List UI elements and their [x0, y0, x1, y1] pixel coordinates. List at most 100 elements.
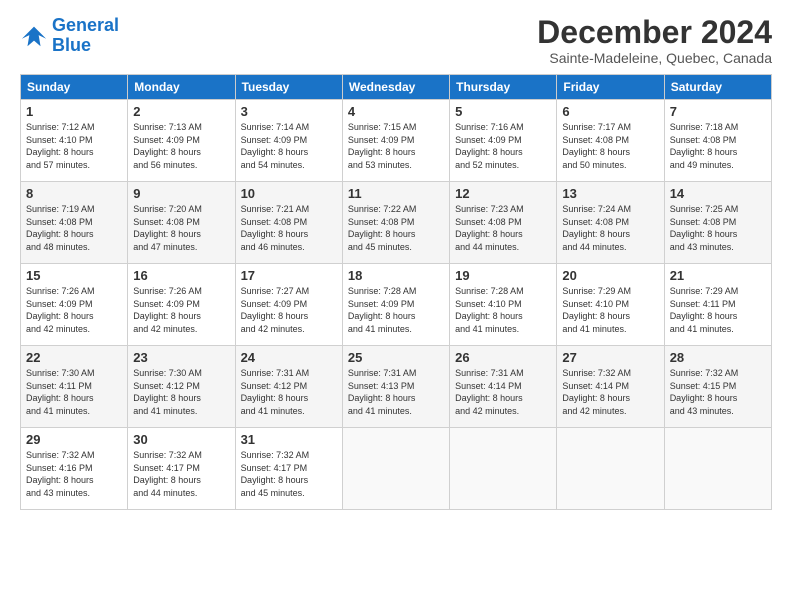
cell-info: Sunrise: 7:21 AM Sunset: 4:08 PM Dayligh…: [241, 203, 337, 253]
calendar-cell: 29Sunrise: 7:32 AM Sunset: 4:16 PM Dayli…: [21, 428, 128, 510]
cell-info: Sunrise: 7:31 AM Sunset: 4:13 PM Dayligh…: [348, 367, 444, 417]
calendar-cell: 25 Sunrise: 7:31 AM Sunset: 4:13 PM Dayli…: [342, 346, 449, 428]
logo: General Blue: [20, 16, 119, 56]
calendar-cell: [557, 428, 664, 510]
day-number: 9: [133, 186, 229, 201]
calendar-cell: 27Sunrise: 7:32 AM Sunset: 4:14 PM Dayli…: [557, 346, 664, 428]
calendar-cell: 14 Sunrise: 7:25 AM Sunset: 4:08 PM Dayli…: [664, 182, 771, 264]
cell-info: Sunrise: 7:19 AM Sunset: 4:08 PM Dayligh…: [26, 203, 122, 253]
col-monday: Monday: [128, 75, 235, 100]
cell-info: Sunrise: 7:17 AM Sunset: 4:08 PM Dayligh…: [562, 121, 658, 171]
day-number: 5: [455, 104, 551, 119]
logo-icon: [20, 22, 48, 50]
calendar-cell: 7Sunrise: 7:18 AM Sunset: 4:08 PM Daylig…: [664, 100, 771, 182]
header-row: Sunday Monday Tuesday Wednesday Thursday…: [21, 75, 772, 100]
cell-info: Sunrise: 7:23 AM Sunset: 4:08 PM Dayligh…: [455, 203, 551, 253]
cell-info: Sunrise: 7:22 AM Sunset: 4:08 PM Dayligh…: [348, 203, 444, 253]
calendar-cell: 31 Sunrise: 7:32 AM Sunset: 4:17 PM Dayli…: [235, 428, 342, 510]
day-number: 27: [562, 350, 658, 365]
calendar-row: 1 Sunrise: 7:12 AM Sunset: 4:10 PM Daylig…: [21, 100, 772, 182]
month-title: December 2024: [537, 16, 772, 48]
calendar-cell: 28 Sunrise: 7:32 AM Sunset: 4:15 PM Dayli…: [664, 346, 771, 428]
calendar-row: 29Sunrise: 7:32 AM Sunset: 4:16 PM Dayli…: [21, 428, 772, 510]
day-number: 22: [26, 350, 122, 365]
day-number: 25: [348, 350, 444, 365]
day-number: 3: [241, 104, 337, 119]
calendar-cell: 20Sunrise: 7:29 AM Sunset: 4:10 PM Dayli…: [557, 264, 664, 346]
day-number: 12: [455, 186, 551, 201]
day-number: 20: [562, 268, 658, 283]
cell-info: Sunrise: 7:25 AM Sunset: 4:08 PM Dayligh…: [670, 203, 766, 253]
calendar-cell: [450, 428, 557, 510]
calendar-cell: 8 Sunrise: 7:19 AM Sunset: 4:08 PM Daylig…: [21, 182, 128, 264]
cell-info: Sunrise: 7:32 AM Sunset: 4:17 PM Dayligh…: [133, 449, 229, 499]
cell-info: Sunrise: 7:30 AM Sunset: 4:12 PM Dayligh…: [133, 367, 229, 417]
day-number: 31: [241, 432, 337, 447]
day-number: 24: [241, 350, 337, 365]
col-sunday: Sunday: [21, 75, 128, 100]
calendar-row: 15 Sunrise: 7:26 AM Sunset: 4:09 PM Dayli…: [21, 264, 772, 346]
title-block: December 2024 Sainte-Madeleine, Quebec, …: [537, 16, 772, 66]
day-number: 28: [670, 350, 766, 365]
calendar-cell: 4 Sunrise: 7:15 AM Sunset: 4:09 PM Daylig…: [342, 100, 449, 182]
calendar-cell: 11 Sunrise: 7:22 AM Sunset: 4:08 PM Dayli…: [342, 182, 449, 264]
cell-info: Sunrise: 7:13 AM Sunset: 4:09 PM Dayligh…: [133, 121, 229, 171]
cell-info: Sunrise: 7:32 AM Sunset: 4:15 PM Dayligh…: [670, 367, 766, 417]
day-number: 16: [133, 268, 229, 283]
location-subtitle: Sainte-Madeleine, Quebec, Canada: [537, 50, 772, 66]
col-saturday: Saturday: [664, 75, 771, 100]
day-number: 13: [562, 186, 658, 201]
cell-info: Sunrise: 7:18 AM Sunset: 4:08 PM Dayligh…: [670, 121, 766, 171]
day-number: 11: [348, 186, 444, 201]
calendar-cell: 23Sunrise: 7:30 AM Sunset: 4:12 PM Dayli…: [128, 346, 235, 428]
day-number: 30: [133, 432, 229, 447]
cell-info: Sunrise: 7:31 AM Sunset: 4:14 PM Dayligh…: [455, 367, 551, 417]
day-number: 14: [670, 186, 766, 201]
calendar-cell: [342, 428, 449, 510]
day-number: 15: [26, 268, 122, 283]
calendar-cell: 12 Sunrise: 7:23 AM Sunset: 4:08 PM Dayli…: [450, 182, 557, 264]
day-number: 26: [455, 350, 551, 365]
col-friday: Friday: [557, 75, 664, 100]
cell-info: Sunrise: 7:20 AM Sunset: 4:08 PM Dayligh…: [133, 203, 229, 253]
cell-info: Sunrise: 7:26 AM Sunset: 4:09 PM Dayligh…: [133, 285, 229, 335]
day-number: 2: [133, 104, 229, 119]
calendar-row: 8 Sunrise: 7:19 AM Sunset: 4:08 PM Daylig…: [21, 182, 772, 264]
col-thursday: Thursday: [450, 75, 557, 100]
calendar-cell: 3Sunrise: 7:14 AM Sunset: 4:09 PM Daylig…: [235, 100, 342, 182]
calendar-cell: 19 Sunrise: 7:28 AM Sunset: 4:10 PM Dayli…: [450, 264, 557, 346]
page: General Blue December 2024 Sainte-Madele…: [0, 0, 792, 520]
calendar-cell: 15 Sunrise: 7:26 AM Sunset: 4:09 PM Dayli…: [21, 264, 128, 346]
cell-info: Sunrise: 7:28 AM Sunset: 4:09 PM Dayligh…: [348, 285, 444, 335]
cell-info: Sunrise: 7:15 AM Sunset: 4:09 PM Dayligh…: [348, 121, 444, 171]
calendar-cell: 13Sunrise: 7:24 AM Sunset: 4:08 PM Dayli…: [557, 182, 664, 264]
day-number: 8: [26, 186, 122, 201]
calendar-cell: 2 Sunrise: 7:13 AM Sunset: 4:09 PM Daylig…: [128, 100, 235, 182]
calendar-cell: 21 Sunrise: 7:29 AM Sunset: 4:11 PM Dayli…: [664, 264, 771, 346]
day-number: 19: [455, 268, 551, 283]
day-number: 4: [348, 104, 444, 119]
calendar-cell: 24Sunrise: 7:31 AM Sunset: 4:12 PM Dayli…: [235, 346, 342, 428]
header: General Blue December 2024 Sainte-Madele…: [20, 16, 772, 66]
calendar-cell: 5Sunrise: 7:16 AM Sunset: 4:09 PM Daylig…: [450, 100, 557, 182]
day-number: 1: [26, 104, 122, 119]
calendar-cell: 26 Sunrise: 7:31 AM Sunset: 4:14 PM Dayli…: [450, 346, 557, 428]
calendar-cell: 18 Sunrise: 7:28 AM Sunset: 4:09 PM Dayli…: [342, 264, 449, 346]
day-number: 18: [348, 268, 444, 283]
col-wednesday: Wednesday: [342, 75, 449, 100]
cell-info: Sunrise: 7:32 AM Sunset: 4:16 PM Dayligh…: [26, 449, 122, 499]
calendar-cell: 16 Sunrise: 7:26 AM Sunset: 4:09 PM Dayli…: [128, 264, 235, 346]
calendar-cell: 22Sunrise: 7:30 AM Sunset: 4:11 PM Dayli…: [21, 346, 128, 428]
day-number: 6: [562, 104, 658, 119]
calendar-table: Sunday Monday Tuesday Wednesday Thursday…: [20, 74, 772, 510]
calendar-cell: 30 Sunrise: 7:32 AM Sunset: 4:17 PM Dayli…: [128, 428, 235, 510]
calendar-cell: 9 Sunrise: 7:20 AM Sunset: 4:08 PM Daylig…: [128, 182, 235, 264]
day-number: 21: [670, 268, 766, 283]
cell-info: Sunrise: 7:32 AM Sunset: 4:17 PM Dayligh…: [241, 449, 337, 499]
cell-info: Sunrise: 7:29 AM Sunset: 4:11 PM Dayligh…: [670, 285, 766, 335]
calendar-cell: [664, 428, 771, 510]
cell-info: Sunrise: 7:28 AM Sunset: 4:10 PM Dayligh…: [455, 285, 551, 335]
cell-info: Sunrise: 7:26 AM Sunset: 4:09 PM Dayligh…: [26, 285, 122, 335]
cell-info: Sunrise: 7:12 AM Sunset: 4:10 PM Dayligh…: [26, 121, 122, 171]
logo-text: General Blue: [52, 16, 119, 56]
